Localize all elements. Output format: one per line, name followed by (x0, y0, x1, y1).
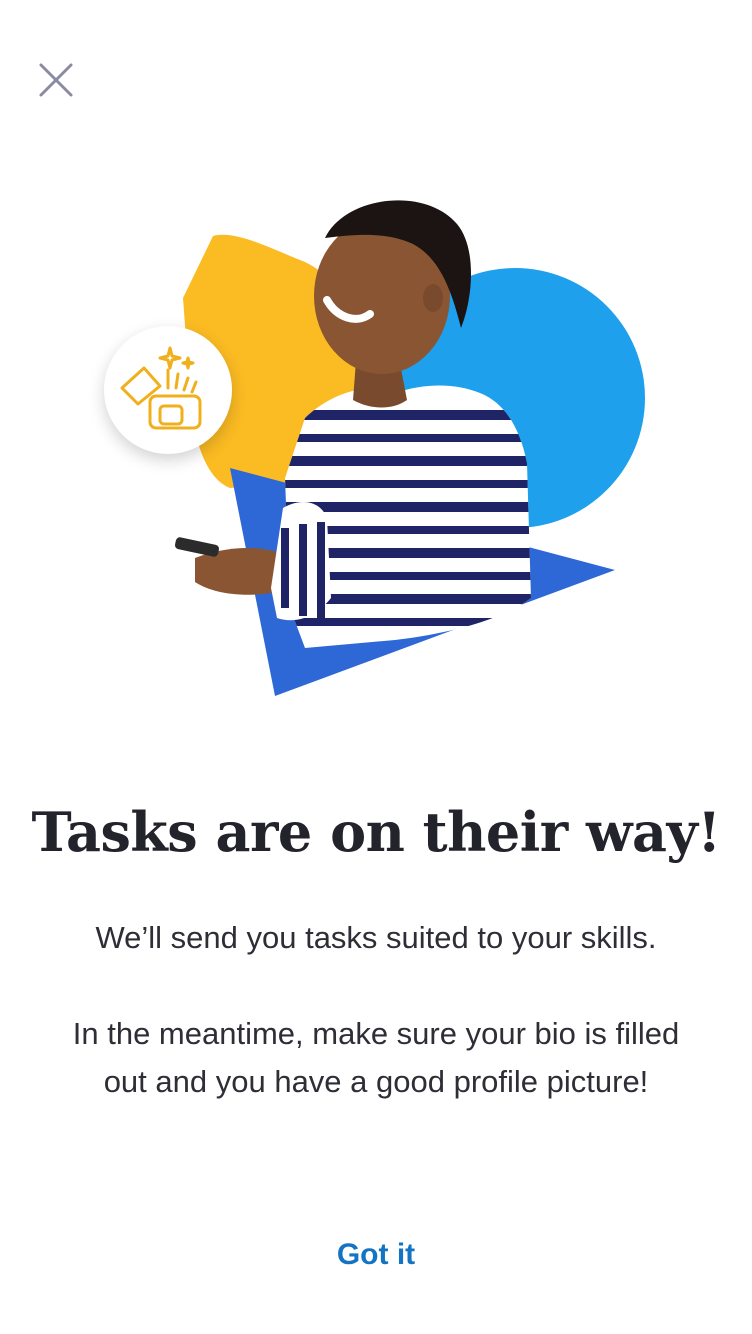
close-icon (39, 63, 73, 97)
gift-badge (104, 326, 232, 454)
description-text-1: We’ll send you tasks suited to your skil… (95, 920, 657, 955)
close-button[interactable] (30, 54, 82, 106)
description-text-2: In the meantime, make sure your bio is f… (72, 1016, 680, 1099)
gift-badge-icon (120, 346, 202, 430)
got-it-button[interactable]: Got it (276, 1228, 476, 1282)
page-title: Tasks are on their way! (31, 800, 721, 864)
